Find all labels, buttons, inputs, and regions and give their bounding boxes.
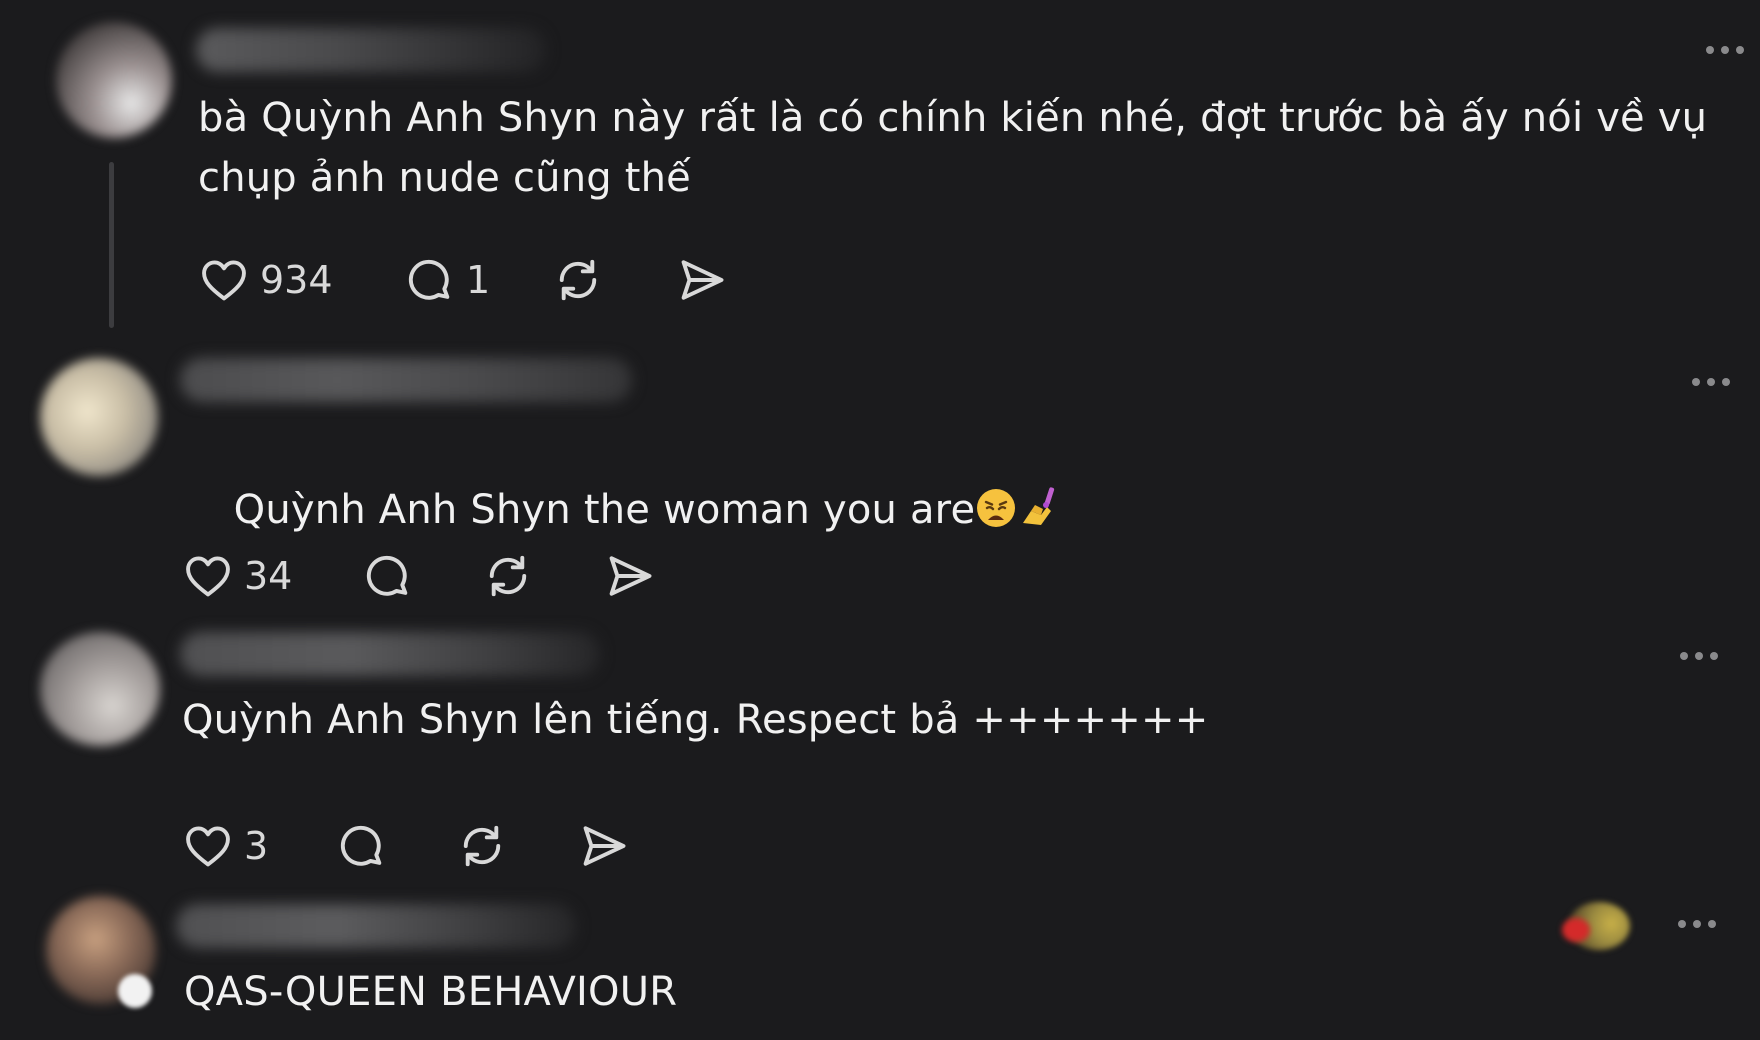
nail-polish-emoji bbox=[1017, 485, 1061, 546]
post-3: Quỳnh Anh Shyn lên tiếng. Respect bả +++… bbox=[0, 610, 1760, 880]
reply-count: 1 bbox=[466, 258, 491, 302]
reply-button[interactable] bbox=[362, 548, 414, 604]
post-actions: 934 1 bbox=[198, 252, 798, 308]
post-actions: 34 bbox=[182, 548, 782, 604]
avatar-badge bbox=[118, 974, 152, 1008]
share-icon bbox=[609, 556, 652, 596]
post-text: QAS-QUEEN BEHAVIOUR bbox=[184, 969, 678, 1015]
share-icon bbox=[583, 826, 626, 866]
post-2: Quỳnh Anh Shyn the woman you are 34 bbox=[0, 340, 1760, 600]
post-text: Quỳnh Anh Shyn lên tiếng. Respect bả +++… bbox=[182, 697, 1209, 743]
username-blurred[interactable] bbox=[196, 28, 546, 72]
repost-icon bbox=[463, 825, 501, 867]
avatar[interactable] bbox=[56, 22, 172, 138]
share-icon bbox=[681, 260, 724, 300]
reply-button[interactable]: 1 bbox=[404, 252, 490, 308]
post-1: bà Quỳnh Anh Shyn này rất là có chính ki… bbox=[0, 0, 1760, 330]
post-text-content: Quỳnh Anh Shyn the woman you are bbox=[233, 487, 976, 533]
comment-icon bbox=[340, 825, 382, 866]
heart-icon bbox=[202, 260, 246, 301]
heart-icon bbox=[186, 826, 230, 867]
like-button[interactable]: 34 bbox=[182, 548, 292, 604]
share-button[interactable] bbox=[676, 252, 728, 308]
dot-icon bbox=[1678, 920, 1686, 928]
dot-icon bbox=[1708, 920, 1716, 928]
comment-icon bbox=[408, 259, 450, 300]
like-count: 934 bbox=[260, 258, 333, 302]
dot-icon bbox=[1710, 652, 1718, 660]
more-options-button[interactable] bbox=[1706, 46, 1744, 54]
repost-icon bbox=[559, 259, 597, 301]
reaction-avatar-red bbox=[1562, 918, 1590, 942]
heart-icon bbox=[186, 556, 230, 597]
like-button[interactable]: 3 bbox=[182, 818, 268, 874]
dot-icon bbox=[1695, 652, 1703, 660]
repost-button[interactable] bbox=[482, 548, 534, 604]
username-blurred[interactable] bbox=[176, 904, 576, 948]
share-button[interactable] bbox=[604, 548, 656, 604]
like-count: 34 bbox=[244, 554, 293, 598]
username-blurred[interactable] bbox=[180, 632, 600, 676]
username-blurred[interactable] bbox=[180, 358, 632, 402]
dot-icon bbox=[1692, 378, 1700, 386]
dot-icon bbox=[1680, 652, 1688, 660]
reply-button[interactable] bbox=[336, 818, 388, 874]
more-options-button[interactable] bbox=[1678, 920, 1716, 928]
post-actions: 3 bbox=[182, 818, 782, 874]
dot-icon bbox=[1722, 378, 1730, 386]
post-4: QAS-QUEEN BEHAVIOUR bbox=[0, 888, 1760, 1040]
dot-icon bbox=[1736, 46, 1744, 54]
avatar[interactable] bbox=[40, 632, 160, 746]
dot-icon bbox=[1707, 378, 1715, 386]
like-button[interactable]: 934 bbox=[198, 252, 333, 308]
weary-face-emoji bbox=[975, 486, 1017, 546]
more-options-button[interactable] bbox=[1692, 378, 1730, 386]
share-button[interactable] bbox=[578, 818, 630, 874]
repost-button[interactable] bbox=[552, 252, 604, 308]
thread-line bbox=[109, 162, 114, 328]
dot-icon bbox=[1721, 46, 1729, 54]
dot-icon bbox=[1693, 920, 1701, 928]
like-count: 3 bbox=[244, 824, 269, 868]
repost-icon bbox=[489, 555, 527, 597]
avatar[interactable] bbox=[40, 358, 158, 476]
dot-icon bbox=[1706, 46, 1714, 54]
repost-button[interactable] bbox=[456, 818, 508, 874]
more-options-button[interactable] bbox=[1680, 652, 1718, 660]
comment-icon bbox=[366, 555, 408, 596]
post-text: bà Quỳnh Anh Shyn này rất là có chính ki… bbox=[198, 95, 1721, 201]
